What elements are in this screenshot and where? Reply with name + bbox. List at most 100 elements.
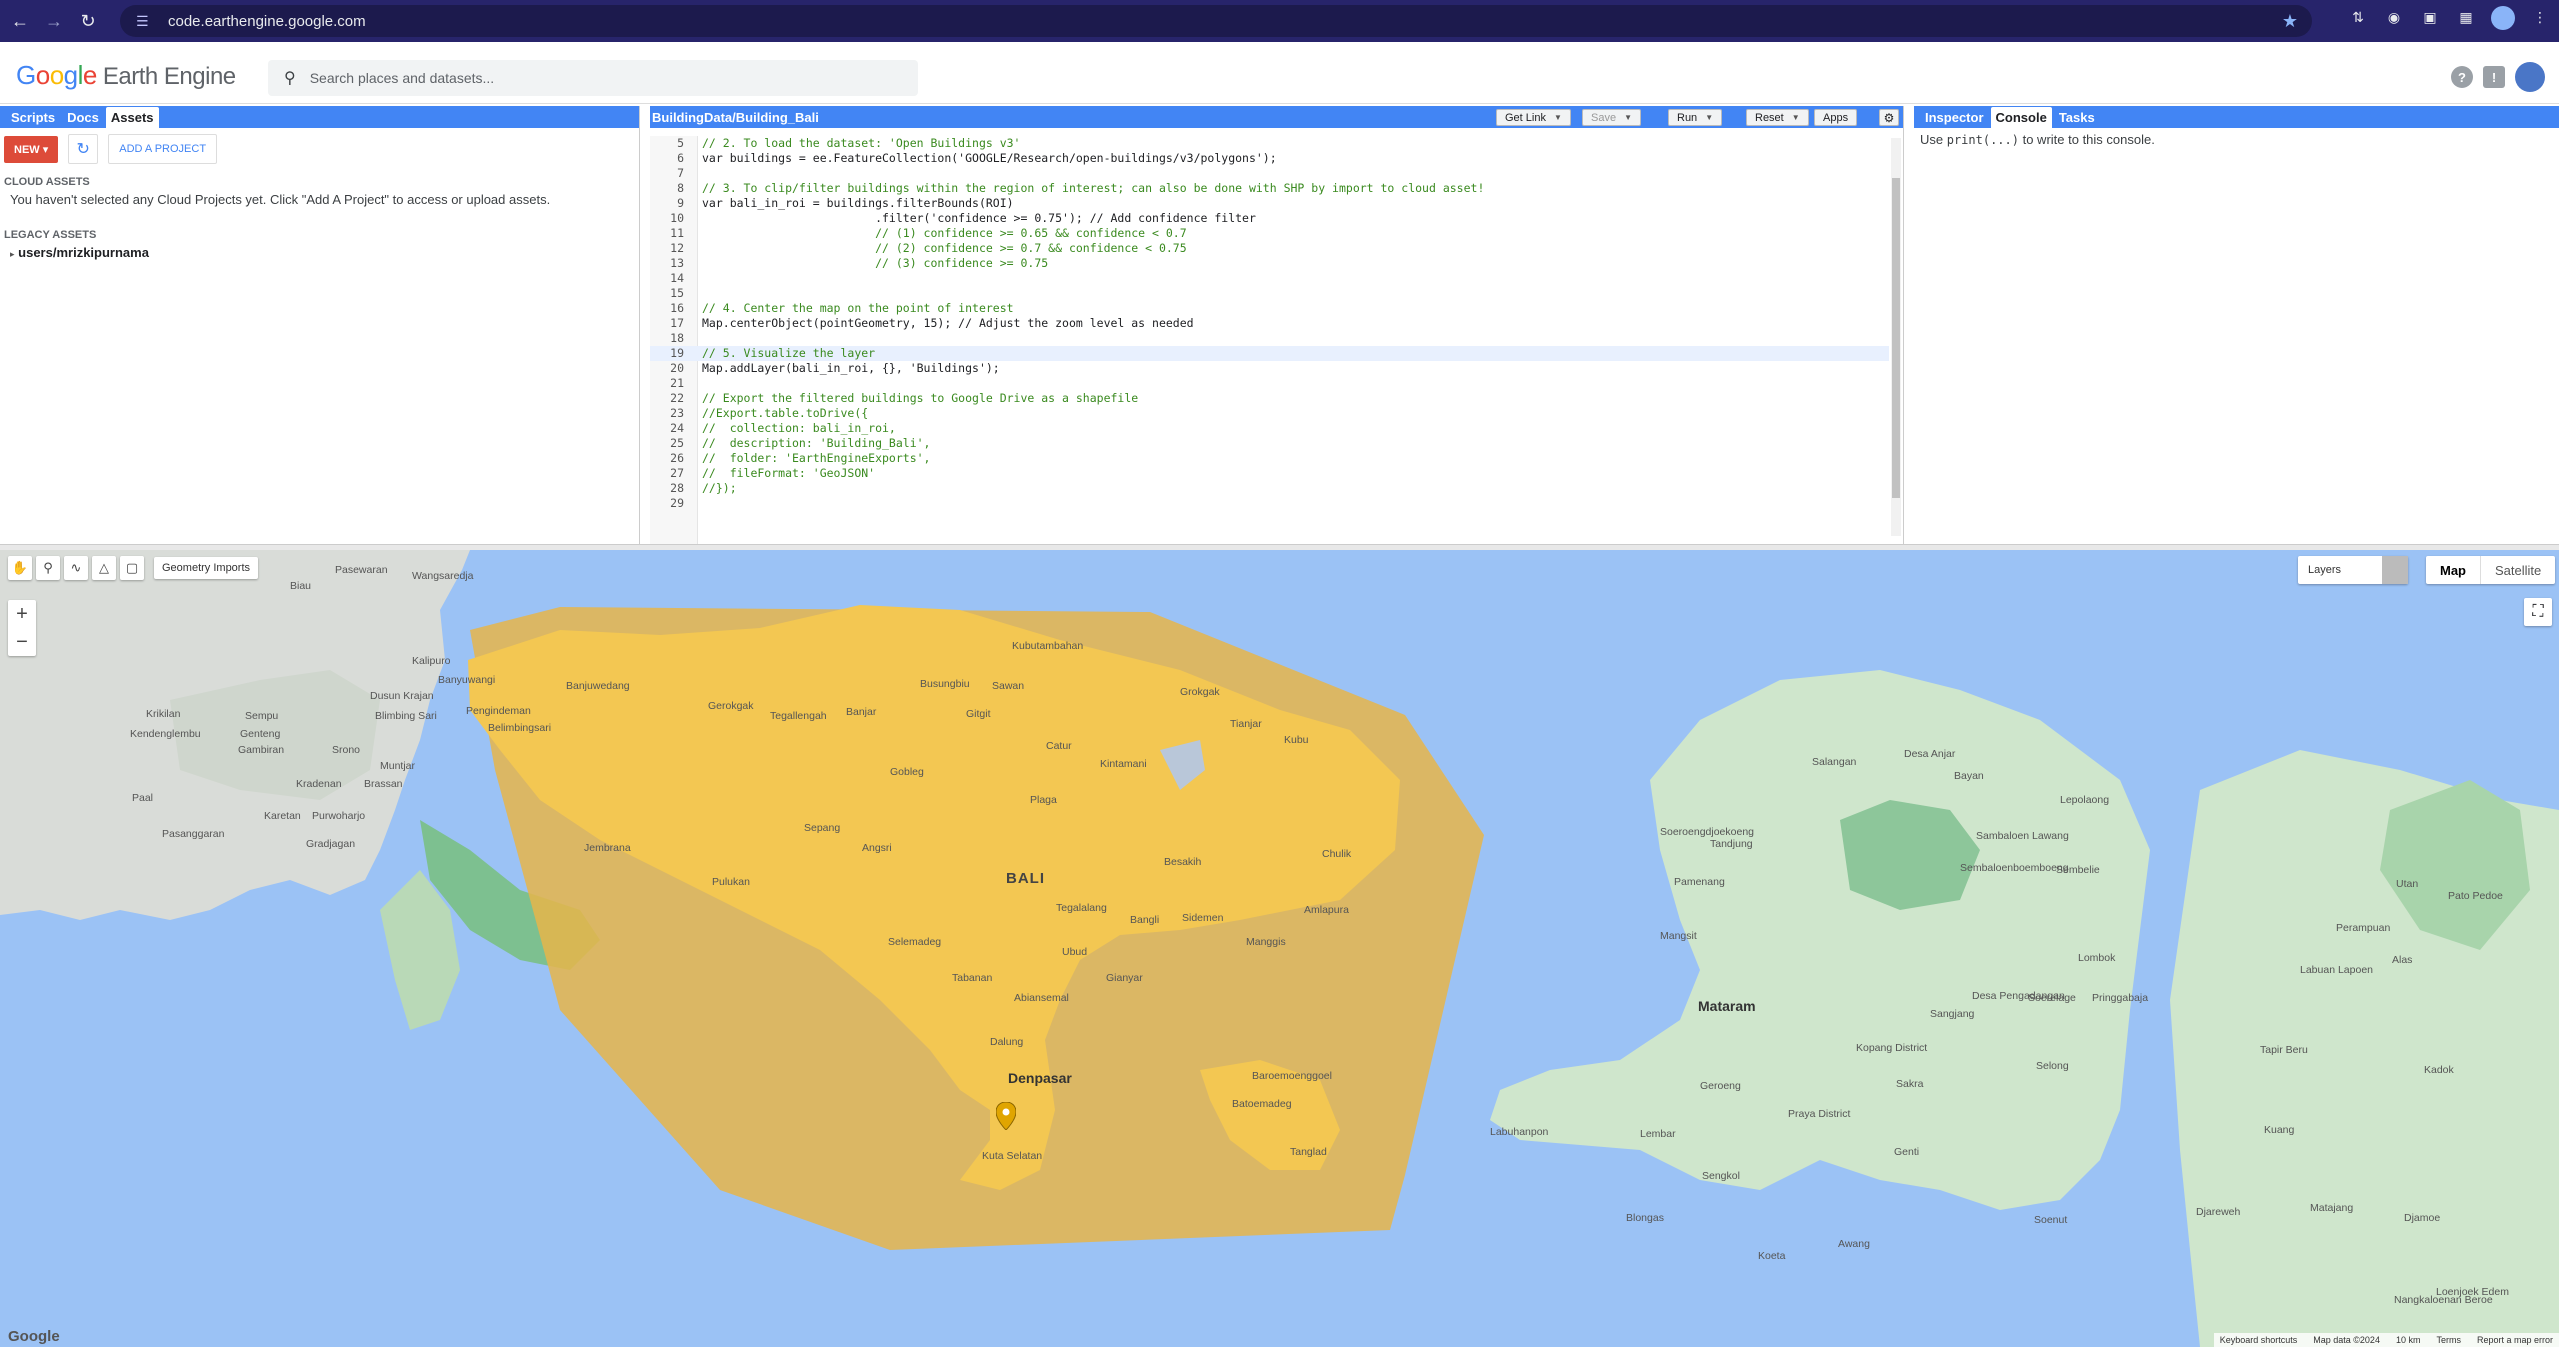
save-button[interactable]: Save ▼ bbox=[1582, 109, 1641, 126]
map-place-label: Bangli bbox=[1130, 914, 1160, 926]
code-line[interactable]: 12 // (2) confidence >= 0.7 && confidenc… bbox=[650, 241, 1889, 256]
console-hint: Use print(...) to write to this console. bbox=[1920, 132, 2155, 147]
zoom-in-icon[interactable]: + bbox=[8, 600, 36, 628]
code-line[interactable]: 27 // fileFormat: 'GeoJSON' bbox=[650, 466, 1889, 481]
code-text: .filter('confidence >= 0.75'); // Add co… bbox=[702, 211, 1256, 225]
code-line[interactable]: 10 .filter('confidence >= 0.75'); // Add… bbox=[650, 211, 1889, 226]
draw-line-icon[interactable]: ∿ bbox=[64, 556, 88, 580]
code-line[interactable]: 5 // 2. To load the dataset: 'Open Buildi… bbox=[650, 136, 1889, 151]
site-info-icon[interactable]: ☰ bbox=[136, 13, 154, 30]
tab-docs[interactable]: Docs bbox=[62, 107, 104, 128]
earth-engine-logo[interactable]: Google Earth Engine bbox=[16, 60, 236, 91]
new-asset-button[interactable]: NEW ▾ bbox=[4, 135, 59, 163]
map-pin-icon[interactable] bbox=[996, 1102, 1016, 1130]
code-line[interactable]: 26 // folder: 'EarthEngineExports', bbox=[650, 451, 1889, 466]
map-place-label: Kradenan bbox=[296, 778, 342, 790]
editor-scrollbar[interactable] bbox=[1891, 138, 1901, 536]
layers-button[interactable]: Layers bbox=[2298, 556, 2408, 584]
extension-icon[interactable]: ▣ bbox=[2419, 6, 2441, 28]
reset-button[interactable]: Reset ▼ bbox=[1746, 109, 1809, 126]
code-line[interactable]: 22 // Export the filtered buildings to Go… bbox=[650, 391, 1889, 406]
code-line[interactable]: 8 // 3. To clip/filter buildings within t… bbox=[650, 181, 1889, 196]
gear-icon[interactable]: ⚙ bbox=[1879, 109, 1899, 126]
map-place-label: Sidemen bbox=[1182, 912, 1224, 924]
code-line[interactable]: 14 bbox=[650, 271, 1889, 286]
bookmark-star-icon[interactable]: ★ bbox=[2282, 11, 2298, 32]
refresh-icon[interactable]: ↻ bbox=[68, 134, 99, 164]
terms-link[interactable]: Terms bbox=[2436, 1335, 2461, 1345]
user-avatar[interactable] bbox=[2515, 62, 2545, 92]
code-line[interactable]: 13 // (3) confidence >= 0.75 bbox=[650, 256, 1889, 271]
code-line[interactable]: 20 Map.addLayer(bali_in_roi, {}, 'Buildin… bbox=[650, 361, 1889, 376]
fullscreen-icon[interactable]: ⛶ bbox=[2524, 598, 2552, 626]
get-link-button[interactable]: Get Link ▼ bbox=[1496, 109, 1571, 126]
code-line[interactable]: 16 // 4. Center the map on the point of i… bbox=[650, 301, 1889, 316]
code-line[interactable]: 9 var bali_in_roi = buildings.filterBound… bbox=[650, 196, 1889, 211]
code-line[interactable]: 15 bbox=[650, 286, 1889, 301]
extension-icon[interactable]: ◉ bbox=[2383, 6, 2405, 28]
feedback-icon[interactable]: ! bbox=[2483, 66, 2505, 88]
map-place-label: Kubutambahan bbox=[1012, 640, 1084, 652]
map-type-satellite[interactable]: Satellite bbox=[2481, 556, 2555, 584]
geometry-imports-button[interactable]: Geometry Imports bbox=[154, 557, 259, 579]
search-icon: ⚲ bbox=[284, 70, 296, 87]
map-type-map[interactable]: Map bbox=[2426, 556, 2481, 584]
address-bar[interactable]: ☰ code.earthengine.google.com ★ bbox=[120, 5, 2312, 37]
tab-assets[interactable]: Assets bbox=[105, 107, 159, 128]
puzzle-icon[interactable]: ▦ bbox=[2455, 6, 2477, 28]
tab-inspector[interactable]: Inspector bbox=[1920, 107, 1989, 128]
back-icon[interactable]: ← bbox=[6, 7, 34, 35]
map-place-label: Biau bbox=[290, 580, 312, 592]
draw-shape-icon[interactable]: △ bbox=[92, 556, 116, 580]
map-place-label: Chulik bbox=[1322, 848, 1352, 860]
translate-icon[interactable]: ⇅ bbox=[2347, 6, 2369, 28]
line-number: 8 bbox=[677, 181, 684, 195]
map-place-label: Banjar bbox=[846, 706, 877, 718]
zoom-out-icon[interactable]: − bbox=[8, 628, 36, 656]
map-place-label: Soerelage bbox=[2028, 992, 2076, 1004]
legacy-asset-folder[interactable]: ▸ users/mrizkipurnama bbox=[0, 243, 639, 262]
scrollbar-thumb[interactable] bbox=[1892, 178, 1900, 498]
map-place-label: Busungbiu bbox=[920, 678, 970, 690]
code-line[interactable]: 6 var buildings = ee.FeatureCollection('G… bbox=[650, 151, 1889, 166]
map-place-label: Tapir Beru bbox=[2260, 1044, 2308, 1056]
map-place-label: Geroeng bbox=[1700, 1080, 1741, 1092]
code-line[interactable]: 11 // (1) confidence >= 0.65 && confiden… bbox=[650, 226, 1889, 241]
code-line[interactable]: 25 // description: 'Building_Bali', bbox=[650, 436, 1889, 451]
places-search-input[interactable]: ⚲ Search places and datasets... bbox=[268, 60, 918, 96]
code-line[interactable]: 24 // collection: bali_in_roi, bbox=[650, 421, 1889, 436]
keyboard-shortcuts-link[interactable]: Keyboard shortcuts bbox=[2220, 1335, 2298, 1345]
draw-rectangle-icon[interactable]: ▢ bbox=[120, 556, 144, 580]
code-area[interactable]: 5 // 2. To load the dataset: 'Open Buildi… bbox=[650, 136, 1889, 544]
hand-pan-icon[interactable]: ✋ bbox=[8, 556, 32, 580]
code-line[interactable]: 18 bbox=[650, 331, 1889, 346]
map-place-label: Sambaloen Lawang bbox=[1976, 830, 2069, 842]
tab-scripts[interactable]: Scripts bbox=[6, 107, 60, 128]
code-line[interactable]: 23 //Export.table.toDrive({ bbox=[650, 406, 1889, 421]
map-canvas[interactable]: KlecingPasewaranWangsaredjaBiauKalipuroB… bbox=[0, 550, 2559, 1347]
code-line[interactable]: 17 Map.centerObject(pointGeometry, 15); /… bbox=[650, 316, 1889, 331]
tab-tasks[interactable]: Tasks bbox=[2054, 107, 2100, 128]
add-project-button[interactable]: ADD A PROJECT bbox=[108, 134, 218, 164]
forward-icon[interactable]: → bbox=[40, 7, 68, 35]
apps-button[interactable]: Apps bbox=[1814, 109, 1858, 126]
map-place-label: Djareweh bbox=[2196, 1206, 2241, 1218]
code-line[interactable]: 7 bbox=[650, 166, 1889, 181]
code-line[interactable]: 28 //}); bbox=[650, 481, 1889, 496]
add-marker-icon[interactable]: ⚲ bbox=[36, 556, 60, 580]
script-title[interactable]: BuildingData/Building_Bali bbox=[650, 110, 819, 125]
code-line[interactable]: 29 bbox=[650, 496, 1889, 511]
map-place-label: Manggis bbox=[1246, 936, 1286, 948]
line-number: 19 bbox=[670, 346, 684, 360]
code-line[interactable]: 19 // 5. Visualize the layer bbox=[650, 346, 1889, 361]
code-line[interactable]: 21 bbox=[650, 376, 1889, 391]
kebab-menu-icon[interactable]: ⋮ bbox=[2529, 6, 2551, 28]
profile-avatar[interactable] bbox=[2491, 6, 2515, 30]
map-attribution: Keyboard shortcuts Map data ©2024 10 km … bbox=[2213, 1333, 2559, 1347]
reload-icon[interactable]: ↻ bbox=[74, 7, 102, 35]
help-icon[interactable]: ? bbox=[2451, 66, 2473, 88]
tab-console[interactable]: Console bbox=[1990, 107, 2052, 128]
run-button[interactable]: Run ▼ bbox=[1668, 109, 1723, 126]
report-error-link[interactable]: Report a map error bbox=[2477, 1335, 2553, 1345]
layers-toggle[interactable] bbox=[2382, 556, 2408, 584]
